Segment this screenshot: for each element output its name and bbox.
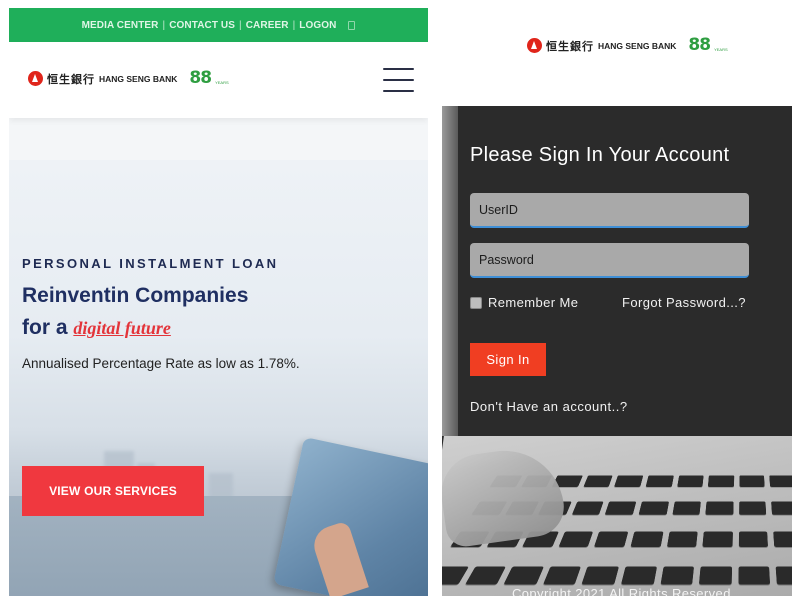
hang-seng-logo-icon: [28, 71, 43, 86]
hero-headline: Reinventin Companies for a digital futur…: [22, 280, 248, 343]
password-input[interactable]: [470, 243, 749, 278]
login-panel: Please Sign In Your Account Remember Me …: [442, 106, 792, 596]
headline-accent: digital future: [73, 317, 171, 338]
headline-line2-prefix: for a: [22, 315, 74, 339]
view-services-button[interactable]: VIEW OUR SERVICES: [22, 466, 204, 516]
brand-logo[interactable]: 恒生銀行 HANG SENG BANK 88 YEARS: [28, 70, 229, 87]
headline-line1: Reinventin Companies: [22, 284, 249, 307]
top-nav-bar: MEDIA CENTER | CONTACT US | CAREER | LOG…: [9, 8, 428, 42]
landing-page-screenshot: MEDIA CENTER | CONTACT US | CAREER | LOG…: [9, 8, 428, 596]
remember-me-label: Remember Me: [488, 295, 579, 310]
nav-separator: |: [239, 19, 242, 31]
headline-line2: for a digital future: [22, 312, 248, 344]
brand-chinese-name: 恒生銀行: [47, 72, 95, 86]
brand-english-name: HANG SENG BANK: [598, 40, 677, 51]
apr-text: Annualised Percentage Rate as low as 1.7…: [22, 356, 300, 371]
site-header: 恒生銀行 HANG SENG BANK 88 YEARS: [9, 42, 428, 118]
hero-eyebrow: PERSONAL INSTALMENT LOAN: [22, 256, 279, 271]
nav-separator: |: [292, 19, 296, 31]
login-header: 恒生銀行 HANG SENG BANK 88 YEARS: [442, 0, 792, 106]
brand-logo[interactable]: 恒生銀行 HANG SENG BANK 88 YEARS: [527, 37, 728, 54]
brand-english-name: HANG SENG BANK: [99, 73, 178, 84]
forgot-password-link[interactable]: Forgot Password...?: [622, 295, 746, 310]
no-account-link[interactable]: Don't Have an account..?: [470, 399, 628, 414]
nav-link-media-center[interactable]: MEDIA CENTER: [82, 20, 159, 31]
anniversary-badge: 88: [189, 68, 212, 88]
anniversary-suffix: YEARS: [215, 80, 229, 85]
brand-chinese-name: 恒生銀行: [546, 39, 594, 53]
nav-link-career[interactable]: CAREER: [246, 20, 289, 31]
anniversary-badge: 88: [688, 35, 711, 55]
menu-line: [383, 79, 414, 81]
menu-line: [383, 90, 414, 92]
sign-in-button[interactable]: Sign In: [470, 343, 546, 376]
laptop-image: [442, 106, 458, 436]
checkbox-icon[interactable]: [470, 296, 482, 309]
nav-link-contact-us[interactable]: CONTACT US: [169, 20, 235, 31]
anniversary-suffix: YEARS: [714, 47, 728, 52]
hero-banner: PERSONAL INSTALMENT LOAN Reinventin Comp…: [9, 160, 428, 596]
menu-line: [383, 68, 414, 70]
nav-separator: |: [162, 19, 166, 31]
copyright-text: Copyright 2021 All Rights Reserved: [512, 586, 731, 596]
hamburger-menu-icon[interactable]: [383, 68, 414, 92]
userid-input[interactable]: [470, 193, 749, 228]
nav-link-logon[interactable]: LOGON: [299, 20, 336, 31]
lock-icon: [348, 20, 356, 30]
login-title: Please Sign In Your Account: [470, 144, 730, 166]
hang-seng-logo-icon: [527, 38, 542, 53]
remember-me[interactable]: Remember Me: [470, 295, 578, 310]
